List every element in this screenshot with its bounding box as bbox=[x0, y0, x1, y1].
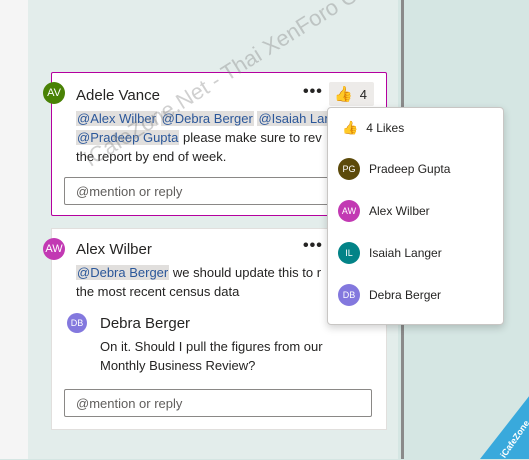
reply-text: Monthly Business Review? bbox=[100, 358, 256, 373]
comment-text: we should update this to r bbox=[172, 265, 322, 280]
brand-text: iCafeZone bbox=[498, 418, 529, 460]
comment-author: Alex Wilber bbox=[76, 241, 152, 258]
mention[interactable]: @Debra Berger bbox=[76, 265, 170, 280]
mention[interactable]: @Alex Wilber bbox=[76, 111, 157, 126]
avatar: AW bbox=[338, 200, 360, 222]
reply-input[interactable]: @mention or reply bbox=[64, 389, 372, 417]
likes-count-label: 4 Likes bbox=[366, 121, 405, 135]
liker-name: Debra Berger bbox=[369, 288, 442, 302]
brand-logo: iCafeZone bbox=[480, 395, 529, 459]
avatar: AW bbox=[43, 238, 65, 260]
liker-item[interactable]: AW Alex Wilber bbox=[338, 200, 430, 222]
liker-name: Alex Wilber bbox=[369, 204, 430, 218]
more-options-button[interactable]: ••• bbox=[303, 83, 323, 101]
comment-text: the report by end of week. bbox=[76, 149, 227, 164]
thumbs-up-icon: 👍 bbox=[342, 120, 359, 135]
liker-item[interactable]: DB Debra Berger bbox=[338, 284, 441, 306]
mention[interactable]: @Pradeep Gupta bbox=[76, 130, 180, 145]
reply-input[interactable]: @mention or reply bbox=[64, 177, 372, 205]
likes-header: 👍 4 Likes bbox=[342, 120, 404, 136]
thumbs-up-icon: 👍 bbox=[334, 86, 353, 103]
likes-popup: 👍 4 Likes PG Pradeep Gupta AW Alex Wilbe… bbox=[327, 107, 504, 325]
avatar: IL bbox=[338, 242, 360, 264]
liker-name: Pradeep Gupta bbox=[369, 162, 451, 176]
comment-author: Adele Vance bbox=[76, 87, 160, 104]
reply-body: On it. Should I pull the figures from ou… bbox=[100, 337, 380, 375]
comment-text: please make sure to rev bbox=[183, 130, 322, 145]
avatar: AV bbox=[43, 82, 65, 104]
avatar: DB bbox=[67, 313, 87, 333]
reply-author: Debra Berger bbox=[100, 315, 191, 332]
mention[interactable]: @Debra Berger bbox=[160, 111, 254, 126]
like-count: 4 bbox=[359, 86, 367, 102]
avatar: PG bbox=[338, 158, 360, 180]
reply-text: On it. Should I pull the figures from ou… bbox=[100, 339, 323, 354]
avatar: DB bbox=[338, 284, 360, 306]
liker-item[interactable]: PG Pradeep Gupta bbox=[338, 158, 450, 180]
comment-text: the most recent census data bbox=[76, 284, 240, 299]
liker-name: Isaiah Langer bbox=[369, 246, 442, 260]
more-options-button[interactable]: ••• bbox=[303, 237, 323, 255]
left-panel bbox=[0, 0, 29, 459]
like-button[interactable]: 👍 4 bbox=[329, 82, 374, 106]
liker-item[interactable]: IL Isaiah Langer bbox=[338, 242, 442, 264]
